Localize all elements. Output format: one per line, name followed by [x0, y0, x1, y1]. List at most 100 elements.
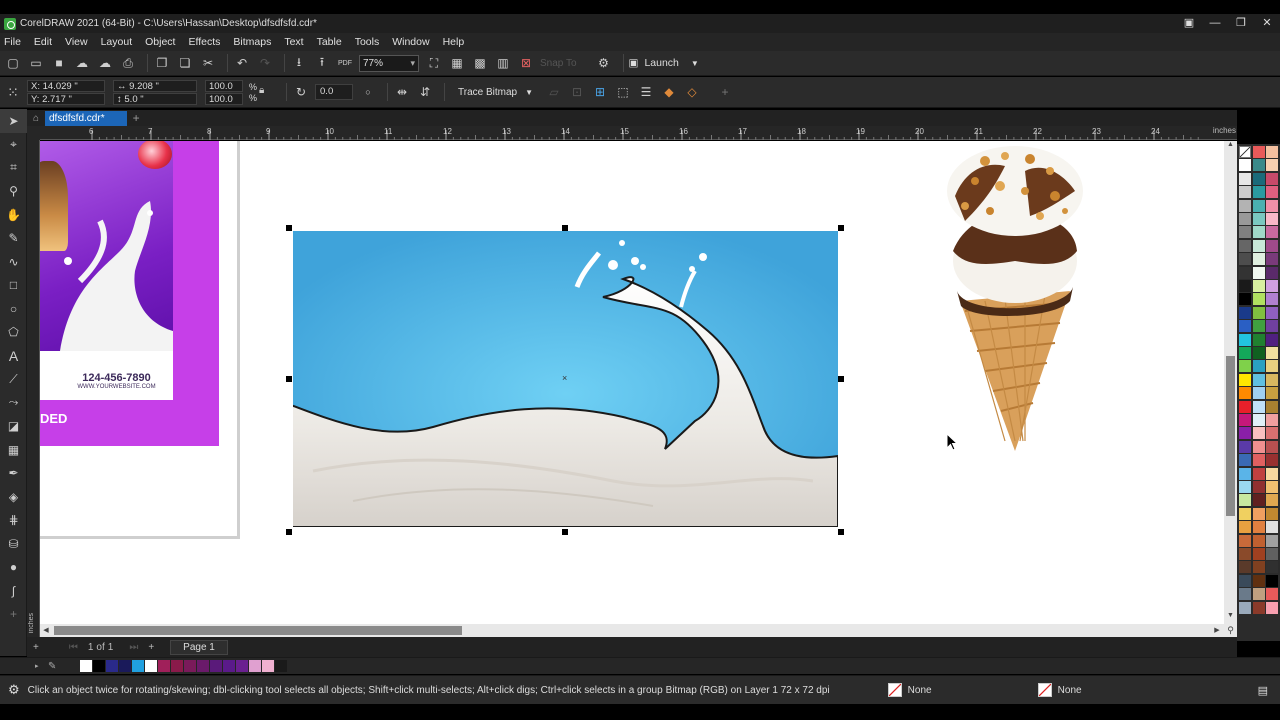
palette-swatch[interactable]	[1266, 266, 1278, 279]
add-icon[interactable]: +	[716, 83, 734, 101]
document-palette-swatch[interactable]	[262, 660, 274, 672]
horizontal-scrollbar[interactable]: ◀ ▶ ⚲	[40, 624, 1237, 637]
palette-swatch[interactable]	[1252, 507, 1265, 520]
palette-swatch[interactable]	[1252, 186, 1265, 199]
palette-swatch[interactable]	[1266, 306, 1278, 319]
palette-swatch[interactable]	[1239, 266, 1251, 279]
palette-swatch[interactable]	[1239, 347, 1251, 359]
add-page-icon[interactable]: +	[33, 642, 39, 653]
palette-swatch[interactable]	[1252, 534, 1265, 547]
palette-swatch[interactable]	[1266, 239, 1278, 252]
snap-off-icon[interactable]: ⊠	[517, 54, 535, 72]
menu-bitmaps[interactable]: Bitmaps	[233, 36, 271, 48]
document-palette[interactable]: ▸ ✎	[0, 657, 1280, 674]
vertical-ruler[interactable]: inches	[27, 140, 40, 637]
palette-swatch[interactable]	[1239, 548, 1251, 560]
palette-swatch[interactable]	[1239, 440, 1251, 453]
palette-swatch[interactable]	[1252, 213, 1265, 225]
selection-handle-bm[interactable]	[562, 529, 568, 535]
first-page-icon[interactable]: ⏮	[69, 642, 78, 653]
resample-icon[interactable]: ⊞	[591, 83, 609, 101]
wrap-text-icon[interactable]: ☰	[637, 83, 655, 101]
open-icon[interactable]: ▭	[27, 54, 45, 72]
menu-table[interactable]: Table	[317, 36, 342, 48]
palette-swatch[interactable]	[1266, 146, 1278, 158]
palette-swatch[interactable]	[1266, 320, 1278, 333]
print-icon[interactable]: ⎙	[119, 54, 137, 72]
palette-swatch[interactable]	[1252, 199, 1265, 212]
trace-bitmap-dropdown[interactable]: Trace Bitmap ▼	[458, 87, 533, 98]
options-gear-icon[interactable]: ⚙	[595, 54, 613, 72]
palette-swatch[interactable]	[1239, 226, 1251, 239]
palette-swatch[interactable]	[1252, 280, 1265, 292]
knife-tool-icon[interactable]: ∫	[0, 579, 27, 603]
palette-swatch[interactable]	[1266, 440, 1278, 453]
show-guidelines-icon[interactable]: ▥	[494, 54, 512, 72]
palette-expand-icon[interactable]: ▸	[35, 662, 39, 670]
palette-swatch[interactable]	[1266, 400, 1278, 413]
palette-swatch[interactable]	[1252, 588, 1265, 601]
rotation-angle-field[interactable]: 0.0	[315, 84, 354, 100]
palette-swatch[interactable]	[1252, 414, 1265, 426]
palette-swatch[interactable]	[1266, 373, 1278, 386]
palette-swatch[interactable]	[1266, 360, 1278, 373]
cloud-save-icon[interactable]: ☁	[73, 54, 91, 72]
artistic-media-icon[interactable]: ∿	[0, 250, 27, 274]
document-palette-swatch[interactable]	[93, 660, 105, 672]
document-palette-swatch[interactable]	[197, 660, 209, 672]
palette-swatch[interactable]	[1252, 347, 1265, 359]
document-palette-swatch[interactable]	[158, 660, 170, 672]
palette-swatch[interactable]	[1266, 521, 1278, 534]
palette-swatch[interactable]	[1266, 548, 1278, 560]
palette-swatch[interactable]	[1266, 601, 1278, 614]
palette-swatch[interactable]	[1266, 347, 1278, 359]
palette-swatch[interactable]	[1266, 561, 1278, 574]
menu-text[interactable]: Text	[284, 36, 303, 48]
palette-swatch[interactable]	[1252, 454, 1265, 467]
document-tab[interactable]: dfsdfsfd.cdr*	[45, 110, 127, 126]
palette-swatch[interactable]	[1266, 588, 1278, 601]
palette-swatch[interactable]	[1239, 521, 1251, 534]
menu-effects[interactable]: Effects	[188, 36, 220, 48]
palette-swatch[interactable]	[1266, 507, 1278, 520]
zoom-tool-icon[interactable]: ⚲	[0, 180, 27, 204]
home-icon[interactable]: ⌂	[29, 111, 43, 125]
scale-x-field[interactable]: 100.0	[205, 79, 243, 92]
last-page-icon[interactable]: ⏭	[129, 642, 138, 653]
page-tab[interactable]: Page 1	[170, 639, 228, 655]
menu-object[interactable]: Object	[145, 36, 175, 48]
bitmap-bounding-icon[interactable]: ⬚	[614, 83, 632, 101]
menu-view[interactable]: View	[65, 36, 88, 48]
scroll-up-icon[interactable]: ▲	[1224, 141, 1237, 153]
palette-swatch[interactable]	[1252, 467, 1265, 480]
zoom-level-select[interactable]: 77%	[359, 54, 419, 72]
new-document-icon[interactable]: ▢	[4, 54, 22, 72]
palette-swatch[interactable]	[1239, 213, 1251, 225]
palette-eyedropper-icon[interactable]: ✎	[48, 661, 56, 672]
full-screen-icon[interactable]: ⛶	[425, 54, 443, 72]
palette-swatch[interactable]	[1266, 414, 1278, 426]
palette-swatch[interactable]	[1252, 440, 1265, 453]
add-tool-icon[interactable]: +	[0, 603, 27, 627]
palette-swatch[interactable]	[1239, 199, 1251, 212]
selection-handle-ml[interactable]	[286, 376, 292, 382]
polygon-tool-icon[interactable]: ⬠	[0, 321, 27, 345]
palette-swatch[interactable]	[1252, 548, 1265, 560]
palette-swatch[interactable]	[1239, 561, 1251, 574]
palette-swatch[interactable]	[1252, 521, 1265, 534]
menu-help[interactable]: Help	[443, 36, 465, 48]
palette-swatch[interactable]	[1266, 333, 1278, 346]
export-icon[interactable]: ⭱	[313, 54, 331, 72]
add-page-end-icon[interactable]: +	[148, 642, 154, 653]
copy-icon[interactable]: ❐	[153, 54, 171, 72]
height-field[interactable]: ↕ 5.0 "	[113, 92, 197, 105]
show-grid-icon[interactable]: ▩	[471, 54, 489, 72]
object-origin-icon[interactable]: ⁙	[4, 83, 22, 101]
selection-handle-tr[interactable]	[838, 225, 844, 231]
palette-swatch[interactable]	[1239, 427, 1251, 440]
pan-tool-icon[interactable]: ✋	[0, 203, 27, 227]
palette-swatch[interactable]	[1239, 588, 1251, 601]
outline-pen-icon[interactable]	[1037, 683, 1052, 697]
palette-swatch[interactable]	[1266, 494, 1278, 507]
restore-icon[interactable]: ▣	[1176, 14, 1202, 33]
